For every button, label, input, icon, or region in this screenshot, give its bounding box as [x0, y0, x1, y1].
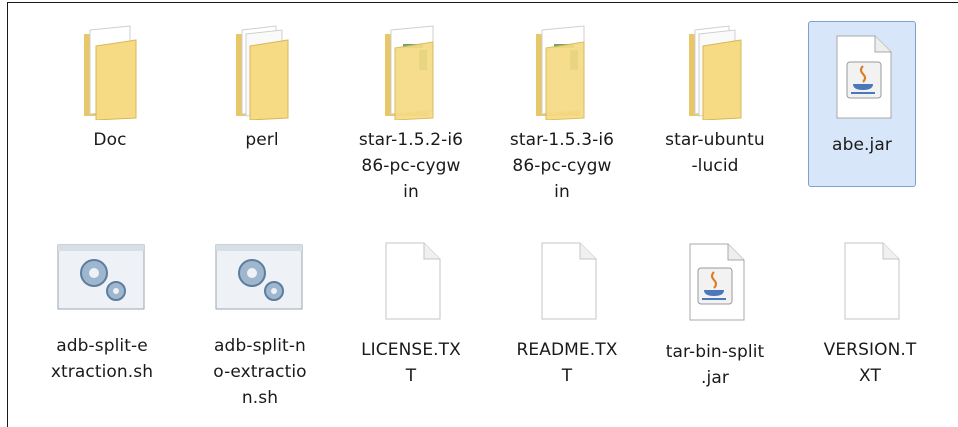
- folder-icon: [665, 21, 765, 123]
- file-item-license[interactable]: LICENSE.TX T: [357, 235, 465, 389]
- item-label: star-ubuntu -lucid: [665, 130, 765, 176]
- item-label: README.TX T: [516, 340, 618, 386]
- item-label: adb-split-n o-extractio n.sh: [213, 336, 307, 408]
- script-gears-icon: [52, 243, 152, 313]
- item-label: perl: [245, 130, 279, 150]
- text-file-icon: [361, 239, 461, 323]
- folder-icon: [212, 21, 312, 123]
- item-label: abe.jar: [832, 135, 892, 155]
- item-label: adb-split-e xtraction.sh: [50, 336, 154, 382]
- folder-item-doc[interactable]: Doc: [56, 17, 164, 153]
- file-item-abe-jar[interactable]: abe.jar: [808, 21, 916, 187]
- folder-icon: [361, 21, 461, 123]
- item-label: VERSION.T XT: [823, 340, 917, 386]
- folder-item-star-152[interactable]: star-1.5.2-i6 86-pc-cygw in: [357, 17, 465, 205]
- item-label: star-1.5.2-i6 86-pc-cygw in: [358, 130, 464, 202]
- folder-item-perl[interactable]: perl: [208, 17, 316, 153]
- item-label: LICENSE.TX T: [361, 340, 461, 386]
- java-jar-icon: [812, 26, 912, 128]
- file-item-adb-split-no-extraction[interactable]: adb-split-n o-extractio n.sh: [206, 239, 314, 411]
- folder-icon: [512, 21, 612, 123]
- file-item-adb-split-extraction[interactable]: adb-split-e xtraction.sh: [48, 239, 156, 385]
- file-item-version[interactable]: VERSION.T XT: [816, 235, 924, 389]
- java-jar-icon: [665, 241, 765, 323]
- text-file-icon: [517, 239, 617, 323]
- folder-icon: [60, 21, 160, 123]
- file-view: Doc perl star-1.5.2-i6 86-pc-cygw in sta…: [7, 2, 958, 427]
- script-gears-icon: [210, 243, 310, 313]
- folder-item-star-153[interactable]: star-1.5.3-i6 86-pc-cygw in: [508, 17, 616, 205]
- file-item-tar-bin-split-jar[interactable]: tar-bin-split .jar: [661, 237, 769, 391]
- item-label: star-1.5.3-i6 86-pc-cygw in: [509, 130, 615, 202]
- text-file-icon: [820, 239, 920, 323]
- item-label: tar-bin-split .jar: [665, 342, 765, 388]
- folder-item-star-ubuntu[interactable]: star-ubuntu -lucid: [661, 17, 769, 179]
- file-item-readme[interactable]: README.TX T: [513, 235, 621, 389]
- item-label: Doc: [93, 130, 127, 150]
